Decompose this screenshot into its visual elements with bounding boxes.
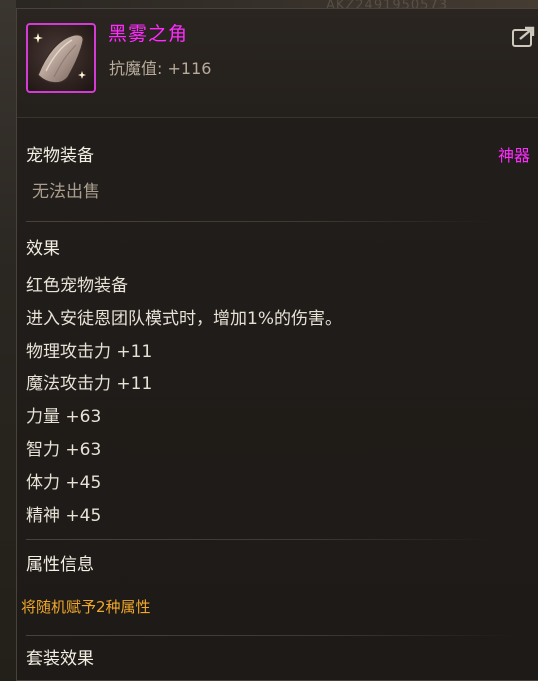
sell-status: 无法出售 — [32, 182, 100, 202]
rarity-label: 神器 — [497, 146, 530, 165]
resist-stat: 抗魔值: +116 — [109, 58, 211, 80]
effects-heading: 效果 — [26, 239, 60, 259]
effect-line: 魔法攻击力 +11 — [26, 374, 153, 394]
effect-line: 力量 +63 — [26, 407, 102, 427]
resist-value: +116 — [167, 59, 212, 78]
game-screen: AKZ2491950573 黑雾之角 抗魔值: +116 宠物装备 神器 无法出… — [0, 0, 538, 681]
effect-line: 精神 +45 — [26, 506, 102, 526]
divider — [26, 635, 516, 636]
item-type-label: 宠物装备 — [26, 146, 94, 166]
resist-label: 抗魔值: — [109, 59, 163, 78]
background-left — [0, 0, 16, 681]
attributes-note: 将随机赋予2种属性 — [21, 598, 151, 616]
tooltip-header: 黑雾之角 抗魔值: +116 — [17, 9, 538, 118]
share-icon[interactable] — [512, 26, 538, 48]
attributes-heading: 属性信息 — [26, 555, 94, 575]
effect-line: 进入安徒恩团队模式时，增加1%的伤害。 — [26, 309, 342, 329]
item-name: 黑雾之角 — [108, 23, 189, 45]
item-tooltip: 黑雾之角 抗魔值: +116 宠物装备 神器 无法出售 效果 红色宠物装备 进入… — [16, 8, 538, 681]
horn-item-icon[interactable] — [26, 23, 96, 93]
divider — [26, 539, 496, 540]
divider — [26, 221, 496, 222]
effect-line: 体力 +45 — [26, 473, 102, 493]
effect-line: 物理攻击力 +11 — [26, 342, 153, 362]
set-effect-heading: 套装效果 — [26, 649, 94, 669]
effect-line: 智力 +63 — [26, 440, 102, 460]
effect-line: 红色宠物装备 — [26, 276, 128, 296]
